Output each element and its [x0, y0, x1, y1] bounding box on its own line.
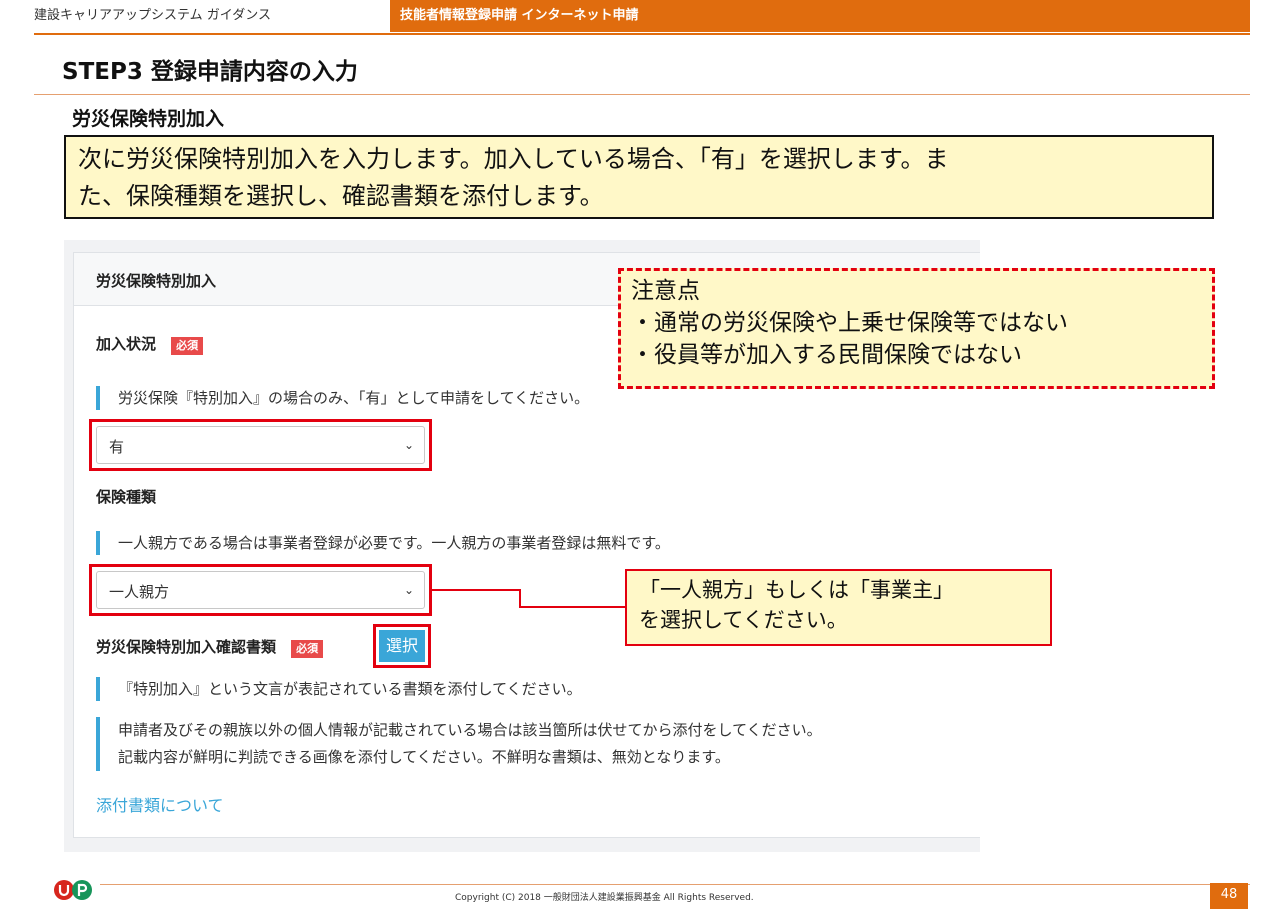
hint-line-2: を選択してください。 — [639, 608, 848, 632]
form-card-title: 労災保険特別加入 — [96, 272, 217, 290]
privacy-note-line-1: 申請者及びその親族以外の個人情報が記載されている場合は該当箇所は伏せてから添付を… — [118, 721, 822, 739]
page-title: STEP3 登録申請内容の入力 — [62, 59, 358, 85]
chevron-down-icon: ⌄ — [403, 583, 414, 597]
select-button-highlight: 選択 — [373, 624, 431, 668]
explanation-line-2: た、保険種類を選択し、確認書類を添付します。 — [78, 182, 604, 210]
caution-callout: 注意点 ・通常の労災保険や上乗せ保険等ではない ・役員等が加入する民間保険ではな… — [618, 268, 1215, 389]
insurance-type-label: 保険種類 — [96, 488, 157, 506]
insurance-type-select[interactable]: 一人親方 ⌄ — [96, 571, 425, 609]
document-note: 『特別加入』という文言が表記されている書類を添付してください。 — [96, 677, 818, 701]
callout-connector — [431, 589, 521, 591]
hint-line-1: 「一人親方」もしくは「事業主」 — [639, 578, 954, 602]
guide-title: 建設キャリアアップシステム ガイダンス — [34, 0, 386, 32]
status-label: 加入状況 — [96, 335, 157, 353]
page-number: 48 — [1210, 883, 1248, 909]
hint-callout: 「一人親方」もしくは「事業主」 を選択してください。 — [625, 569, 1052, 646]
status-select[interactable]: 有 ⌄ — [96, 426, 425, 464]
status-note: 労災保険『特別加入』の場合のみ、「有」として申請をしてください。 — [96, 386, 818, 410]
privacy-note: 申請者及びその親族以外の個人情報が記載されている場合は該当箇所は伏せてから添付を… — [96, 717, 988, 771]
callout-connector — [519, 606, 625, 608]
privacy-note-line-2: 記載内容が鮮明に判読できる画像を添付してください。不鮮明な書類は、無効となります… — [118, 748, 730, 766]
header-divider — [34, 33, 1250, 35]
caution-item-1: ・通常の労災保険や上乗せ保険等ではない — [631, 310, 1068, 336]
explanation-box: 次に労災保険特別加入を入力します。加入している場合、「有」を選択します。ま た、… — [64, 135, 1214, 219]
required-badge: 必須 — [171, 337, 204, 355]
attachment-info-link[interactable]: 添付書類について — [96, 792, 224, 816]
insurance-type-highlight: 一人親方 ⌄ — [89, 564, 432, 616]
explanation-line-1: 次に労災保険特別加入を入力します。加入している場合、「有」を選択します。ま — [78, 145, 949, 173]
section-header: 技能者情報登録申請 インターネット申請 — [390, 0, 1250, 32]
document-field: 労災保険特別加入確認書類 必須 — [96, 636, 324, 658]
status-highlight: 有 ⌄ — [89, 419, 432, 471]
copyright: Copyright (C) 2018 一般財団法人建設業振興基金 All Rig… — [455, 893, 754, 903]
footer-divider — [100, 884, 1250, 885]
caution-title: 注意点 — [631, 278, 700, 304]
chevron-down-icon: ⌄ — [403, 438, 414, 452]
caution-item-2: ・役員等が加入する民間保険ではない — [631, 342, 1022, 368]
title-divider — [34, 94, 1250, 95]
required-badge: 必須 — [291, 640, 324, 658]
select-file-button[interactable]: 選択 — [379, 630, 425, 662]
status-select-value: 有 — [109, 438, 125, 456]
status-field: 加入状況 必須 — [96, 333, 204, 355]
insurance-type-note: 一人親方である場合は事業者登録が必要です。一人親方の事業者登録は無料です。 — [96, 531, 898, 555]
document-label: 労災保険特別加入確認書類 — [96, 638, 277, 656]
ccus-logo-icon — [52, 877, 98, 903]
section-title: 労災保険特別加入 — [72, 108, 225, 130]
insurance-type-select-value: 一人親方 — [109, 583, 170, 601]
